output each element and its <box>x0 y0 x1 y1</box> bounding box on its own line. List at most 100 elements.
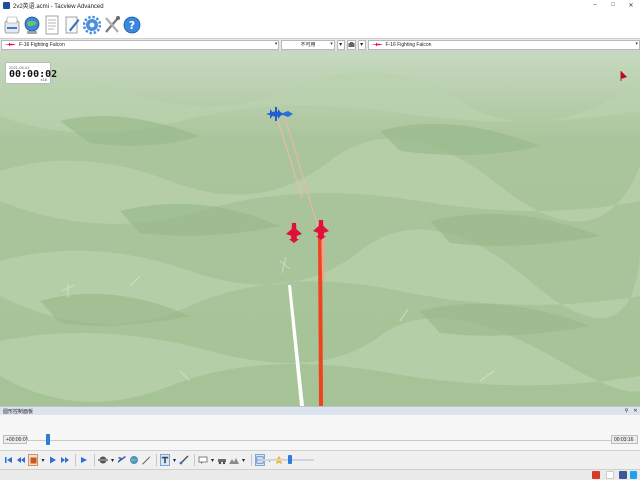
terrain-view <box>0 51 640 406</box>
globe-view-button[interactable] <box>129 454 139 466</box>
measure-button[interactable] <box>179 454 189 466</box>
chevron-down-icon: ▾ <box>274 40 278 47</box>
object-selector-bar: F-16 Fighting Falcon ▾ 不可用 ▾ ▾ ▾ F-16 Fi… <box>0 38 640 51</box>
landscape-icon <box>229 458 239 464</box>
globe-icon <box>130 456 138 464</box>
tacview-window: 2v2英语.acmi - Tacview Advanced – □ ✕ ? F-… <box>0 0 640 480</box>
view-mode-button[interactable] <box>346 39 356 50</box>
loop-icon <box>81 457 87 463</box>
stop-button[interactable] <box>28 454 38 466</box>
secondary-object-selector[interactable]: F-16 Fighting Falcon ▾ <box>367 39 640 50</box>
svg-text:?: ? <box>129 19 135 32</box>
weapon-view-button[interactable] <box>141 454 151 466</box>
chevron-down-icon: ▾ <box>210 457 214 464</box>
open-icon <box>4 16 20 33</box>
clock-time: 00:00:02 <box>9 69 58 80</box>
camera-dropdown[interactable]: ▾ <box>110 454 115 466</box>
edit-icon <box>65 16 80 33</box>
skip-start-icon <box>5 457 12 463</box>
label-dropdown[interactable]: ▾ <box>172 454 177 466</box>
title-bar: 2v2英语.acmi - Tacview Advanced – □ ✕ <box>0 0 640 11</box>
app-logo-icon <box>3 2 10 9</box>
minimize-button[interactable]: – <box>586 2 604 9</box>
terrain-button[interactable] <box>229 454 239 466</box>
rewind-button[interactable] <box>16 454 26 466</box>
play-button[interactable] <box>48 454 58 466</box>
window-title: 2v2英语.acmi - Tacview Advanced <box>13 4 104 10</box>
camera-mode-button[interactable] <box>98 454 108 466</box>
chat-dropdown[interactable]: ▾ <box>210 454 215 466</box>
chevron-down-icon: ▾ <box>110 457 114 464</box>
chat-button[interactable] <box>198 454 208 466</box>
chevron-down-icon: ▾ <box>330 40 333 47</box>
notification-icon[interactable] <box>592 471 600 479</box>
settings-button[interactable] <box>83 14 101 36</box>
open-file-button[interactable] <box>3 14 21 36</box>
end-time: 00:03:16 <box>614 436 634 443</box>
help-button[interactable]: ? <box>123 14 141 36</box>
info-icon[interactable] <box>606 471 614 479</box>
document-icon <box>45 15 59 34</box>
flight-log-button[interactable] <box>43 14 61 36</box>
notes-button[interactable] <box>63 14 81 36</box>
stop-dropdown[interactable]: ▾ <box>40 454 46 466</box>
pin-button[interactable]: ⚲ <box>622 408 631 414</box>
chevron-down-icon: ▾ <box>241 457 245 464</box>
ruler-icon <box>179 455 189 465</box>
stop-icon <box>30 457 36 463</box>
help-icon: ? <box>123 16 141 33</box>
view-dropdown-button[interactable]: ▾ <box>357 39 366 50</box>
3d-viewport[interactable]: 2021-05-01 00:00:02 x16 <box>0 51 640 406</box>
missile-icon <box>142 456 150 465</box>
online-button[interactable] <box>23 14 41 36</box>
text-tool-icon <box>161 456 169 464</box>
red-aircraft-icon <box>370 42 383 47</box>
red-aircraft-icon <box>4 42 16 47</box>
chevron-down-icon: ▾ <box>41 457 45 464</box>
ground-object-button[interactable] <box>217 454 227 466</box>
chevron-down-icon: ▾ <box>339 42 343 48</box>
panel-close-button[interactable]: ✕ <box>631 408 640 414</box>
end-time-box: 00:03:16 <box>611 435 638 444</box>
maximize-button[interactable]: □ <box>604 2 622 9</box>
timeline-track[interactable] <box>26 440 612 441</box>
camera-icon <box>348 42 355 47</box>
tools-button[interactable] <box>103 14 121 36</box>
playback-toolbar: ▾ ▾ ▾ ▾ ▾ <box>0 451 640 469</box>
vehicle-icon <box>218 459 226 465</box>
loop-button[interactable] <box>79 454 89 466</box>
timeline-panel: +00:00:01 00:03:16 <box>0 415 640 451</box>
terrain-dropdown[interactable]: ▾ <box>241 454 246 466</box>
twitter-icon[interactable] <box>630 471 637 479</box>
relation-selector[interactable]: 不可用 ▾ <box>281 39 335 50</box>
playback-speed-thumb[interactable] <box>288 455 292 464</box>
satellite-icon <box>98 456 108 464</box>
main-toolbar: ? <box>0 11 640 38</box>
fast-forward-button[interactable] <box>60 454 70 466</box>
clock-display: 2021-05-01 00:00:02 x16 <box>5 62 57 84</box>
globe-icon <box>24 16 40 34</box>
relation-dropdown-button[interactable]: ▾ <box>336 39 345 50</box>
secondary-object-label: F-16 Fighting Falcon <box>385 41 432 48</box>
chat-icon <box>198 456 208 464</box>
facebook-icon[interactable] <box>619 471 627 479</box>
cockpit-view-button[interactable] <box>117 454 127 466</box>
status-bar <box>0 469 640 480</box>
gear-icon <box>83 15 101 34</box>
start-time-box: +00:00:01 <box>3 435 28 444</box>
timeline-thumb[interactable] <box>45 434 50 445</box>
close-button[interactable]: ✕ <box>622 2 640 9</box>
fast-forward-icon <box>61 457 69 463</box>
primary-object-selector[interactable]: F-16 Fighting Falcon ▾ <box>1 39 280 50</box>
label-tool-button[interactable] <box>160 454 170 466</box>
primary-object-label: F-16 Fighting Falcon <box>19 41 65 48</box>
chevron-down-icon: ▾ <box>360 42 364 48</box>
control-panel-header: 圆形控制面板 ⚲ ✕ <box>0 406 640 415</box>
relation-label: 不可用 <box>300 42 316 48</box>
play-icon <box>50 456 56 464</box>
rewind-icon <box>17 457 25 463</box>
clock-rate: x16 <box>40 77 47 82</box>
skip-start-button[interactable] <box>4 454 14 466</box>
chevron-down-icon: ▾ <box>172 457 176 464</box>
chevron-down-icon: ▾ <box>635 40 638 47</box>
